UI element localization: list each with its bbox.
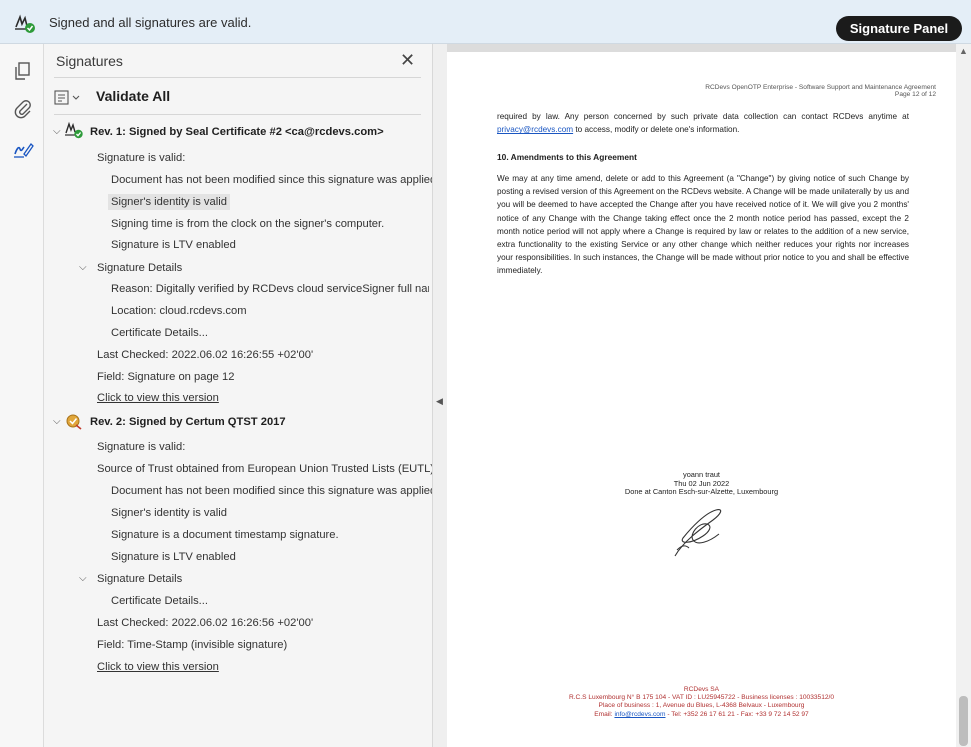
- footer-contact: Email: info@rcdevs.com - Tel: +352 26 17…: [447, 711, 956, 719]
- rev1-signature-details[interactable]: Signature Details: [97, 262, 182, 274]
- rev2-not-modified: Document has not been modified since thi…: [111, 485, 437, 497]
- scrollbar-thumb[interactable]: [959, 696, 968, 746]
- validate-all-button[interactable]: Validate All: [96, 88, 170, 104]
- rev1-title[interactable]: Rev. 1: Signed by Seal Certificate #2 <c…: [90, 126, 430, 138]
- rev1-location: Location: cloud.rcdevs.com: [111, 305, 247, 317]
- close-icon[interactable]: ✕: [400, 50, 415, 71]
- footer-company: RCDevs SA: [683, 686, 720, 693]
- rev1-last-checked: Last Checked: 2022.06.02 16:26:55 +02'00…: [97, 349, 314, 361]
- chevron-down-icon[interactable]: ⌵: [79, 573, 87, 584]
- certificate-seal-icon: [66, 414, 82, 430]
- left-tool-rail: [0, 44, 44, 747]
- collapse-left-icon[interactable]: ◀: [436, 396, 443, 407]
- section-heading: 10. Amendments to this Agreement: [497, 152, 637, 162]
- paragraph-text: to access, modify or delete one's inform…: [573, 125, 740, 135]
- divider: [54, 114, 421, 115]
- privacy-email-link[interactable]: privacy@rcdevs.com: [497, 125, 573, 134]
- signature-pen-icon[interactable]: [12, 138, 34, 160]
- paragraph-privacy: required by law. Any person concerned by…: [497, 110, 909, 136]
- footer-email-label: Email:: [594, 710, 615, 718]
- rev2-title[interactable]: Rev. 2: Signed by Certum QTST 2017: [90, 416, 286, 428]
- rev1-identity: Signer's identity is valid: [108, 194, 230, 210]
- status-message: Signed and all signatures are valid.: [49, 15, 252, 30]
- chevron-down-icon[interactable]: ⌵: [53, 126, 61, 137]
- signature-valid-icon: [65, 121, 83, 139]
- page-header: RCDevs OpenOTP Enterprise - Software Sup…: [705, 84, 936, 98]
- pdf-page: RCDevs OpenOTP Enterprise - Software Sup…: [447, 52, 956, 747]
- signature-valid-icon: [15, 14, 35, 33]
- rev1-reason: Reason: Digitally verified by RCDevs clo…: [111, 283, 429, 295]
- rev2-signature-details[interactable]: Signature Details: [97, 573, 182, 585]
- page-number: Page 12 of 12: [894, 91, 936, 98]
- panel-splitter[interactable]: ◀: [432, 44, 447, 747]
- rev2-view-version-link[interactable]: Click to view this version: [97, 661, 219, 673]
- footer-email-link[interactable]: info@rcdevs.com: [614, 711, 665, 718]
- rev2-ltv: Signature is LTV enabled: [111, 551, 236, 563]
- header-title: RCDevs OpenOTP Enterprise - Software Sup…: [705, 84, 936, 91]
- paragraph-text: required by law. Any person concerned by…: [497, 112, 909, 121]
- paragraph-amendments: We may at any time amend, delete or add …: [497, 174, 909, 276]
- signature-status-bar: Signed and all signatures are valid. Sig…: [0, 0, 971, 44]
- rev1-not-modified: Document has not been modified since thi…: [111, 174, 437, 186]
- rev1-valid: Signature is valid:: [97, 152, 186, 164]
- chevron-down-icon[interactable]: ⌵: [79, 262, 87, 273]
- scroll-up-icon[interactable]: ▲: [959, 46, 968, 56]
- rev1-field: Field: Signature on page 12: [97, 371, 235, 383]
- rev2-last-checked: Last Checked: 2022.06.02 16:26:56 +02'00…: [97, 617, 314, 629]
- vertical-scrollbar[interactable]: ▲: [956, 44, 971, 747]
- options-menu-icon[interactable]: [54, 89, 82, 107]
- paperclip-icon[interactable]: [12, 98, 34, 120]
- chevron-down-icon[interactable]: ⌵: [53, 416, 61, 427]
- rev2-valid: Signature is valid:: [97, 441, 186, 453]
- copy-pages-icon[interactable]: [12, 60, 34, 82]
- signatures-panel: Signatures ✕ Validate All ⌵ Rev. 1: Sign…: [44, 44, 437, 747]
- rev1-ltv: Signature is LTV enabled: [111, 239, 236, 251]
- panel-title: Signatures: [56, 53, 123, 69]
- divider: [54, 77, 421, 78]
- rev2-identity: Signer's identity is valid: [111, 507, 227, 519]
- rev2-field: Field: Time-Stamp (invisible signature): [97, 639, 288, 651]
- rev1-signing-time: Signing time is from the clock on the si…: [111, 218, 385, 230]
- signature-place: Done at Canton Esch-sur-Alzette, Luxembo…: [624, 487, 779, 497]
- rev2-certificate-details[interactable]: Certificate Details...: [111, 595, 208, 607]
- footer-phone: - Tel: +352 26 17 61 21 - Fax: +33 9 72 …: [665, 710, 809, 718]
- page-footer: RCDevs SA R.C.S Luxembourg N° B 175 104 …: [447, 686, 956, 719]
- rev1-view-version-link[interactable]: Click to view this version: [97, 392, 219, 404]
- footer-registration: R.C.S Luxembourg N° B 175 104 - VAT ID :…: [568, 694, 835, 702]
- rev2-source-trust: Source of Trust obtained from European U…: [97, 463, 438, 475]
- footer-address: Place of business : 1, Avenue du Blues, …: [598, 702, 805, 710]
- rev2-timestamp: Signature is a document timestamp signat…: [111, 529, 339, 541]
- document-viewer: RCDevs OpenOTP Enterprise - Software Sup…: [447, 44, 971, 747]
- handwritten-signature: [674, 509, 722, 557]
- signature-block: yoann traut Thu 02 Jun 2022 Done at Cant…: [447, 470, 956, 497]
- signature-panel-button[interactable]: Signature Panel: [836, 16, 962, 41]
- rev1-certificate-details[interactable]: Certificate Details...: [111, 327, 208, 339]
